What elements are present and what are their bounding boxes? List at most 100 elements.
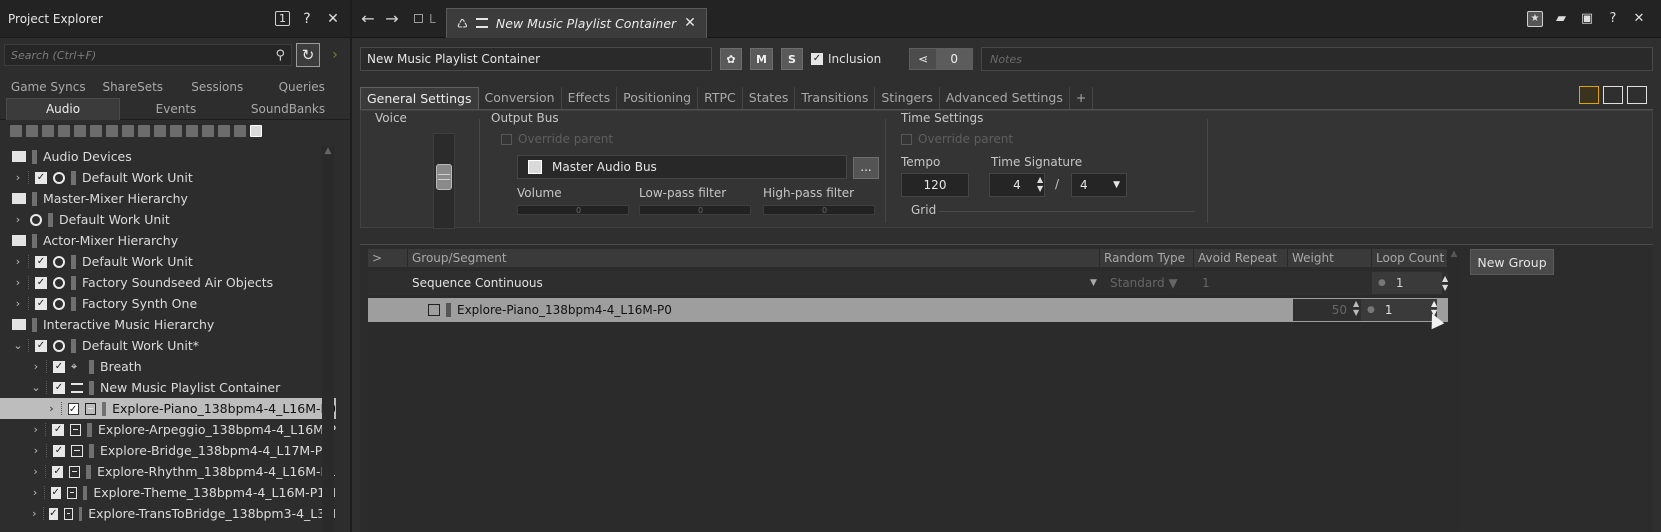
drag-handle[interactable] xyxy=(42,507,45,520)
color-palette-button[interactable]: ✿ xyxy=(720,48,742,70)
pin-icon[interactable]: ★ xyxy=(1527,10,1543,27)
expand-icon[interactable]: › xyxy=(30,486,40,499)
tree-row[interactable]: › ✓ Explore-Theme_138bpm4-4_L16M-P1M xyxy=(0,482,336,503)
drag-handle[interactable] xyxy=(46,360,49,373)
table-scrollbar[interactable]: ▲ xyxy=(1448,249,1460,529)
checkbox[interactable]: ✓ xyxy=(52,423,64,436)
tree-row[interactable]: › ✓ Explore-Arpeggio_138bpm4-4_L16M-P xyxy=(0,419,337,440)
tab-soundbanks[interactable]: SoundBanks xyxy=(232,102,344,116)
solo-button[interactable]: S xyxy=(780,48,803,70)
open-folder-icon[interactable]: ▰ xyxy=(1553,11,1569,27)
search-input[interactable]: Search (Ctrl+F) ⚲ xyxy=(4,44,292,66)
list-tool-icon[interactable] xyxy=(90,125,102,137)
two-column-icon[interactable] xyxy=(1603,86,1623,104)
browse-bus-button[interactable]: ... xyxy=(853,157,879,179)
tab-positioning[interactable]: Positioning xyxy=(617,87,699,109)
tab-new-music-playlist-container[interactable]: ♺ New Music Playlist Container ✕ xyxy=(445,7,707,38)
actor-mixer-tool-icon[interactable] xyxy=(42,125,54,137)
help-icon[interactable]: ? xyxy=(1605,11,1621,27)
expand-icon[interactable]: › xyxy=(30,360,42,373)
loop-count-field[interactable]: ● 1 xyxy=(1361,299,1431,321)
new-group-button[interactable]: New Group xyxy=(1470,249,1554,275)
tab-collapsed[interactable]: L xyxy=(404,6,446,32)
panel-number-icon[interactable]: 1 xyxy=(275,11,290,26)
checkbox[interactable]: ✓ xyxy=(50,486,61,499)
tab-advanced-settings[interactable]: Advanced Settings xyxy=(940,87,1070,109)
expand-icon[interactable]: › xyxy=(12,276,24,289)
override-checkbox[interactable] xyxy=(501,133,512,145)
checkbox[interactable]: ✓ xyxy=(52,465,64,478)
back-arrow-icon[interactable]: ← xyxy=(356,9,380,28)
tree-row[interactable]: › ✓ Explore-TransToBridge_138bpm3-4_L3M xyxy=(0,503,336,524)
inclusion-checkbox[interactable]: ✓ xyxy=(810,53,823,65)
drag-handle[interactable] xyxy=(44,486,47,499)
tree-row[interactable]: Actor-Mixer Hierarchy xyxy=(0,230,336,251)
checkbox[interactable]: ✓ xyxy=(35,339,47,352)
tree-row[interactable]: › ✓ Factory Soundseed Air Objects xyxy=(0,272,336,293)
tree-row[interactable]: ⌄ ✓ New Music Playlist Container xyxy=(0,377,336,398)
checkbox[interactable]: ✓ xyxy=(53,360,65,373)
header-expander[interactable]: > xyxy=(368,249,408,267)
grid-tool-icon[interactable] xyxy=(74,125,86,137)
refresh-button[interactable]: ↻ xyxy=(296,43,320,67)
loop-count-field[interactable]: ● 1 xyxy=(1372,272,1442,294)
volume-slider[interactable]: 0 xyxy=(517,205,629,215)
drag-handle[interactable] xyxy=(28,255,31,268)
highpass-slider[interactable]: 0 xyxy=(763,205,875,215)
drag-handle[interactable] xyxy=(28,171,31,184)
tree-row[interactable]: › ✓ Default Work Unit xyxy=(0,251,336,272)
header-loop-count[interactable]: Loop Count xyxy=(1372,249,1448,267)
tree-row[interactable]: › ✓ Explore-Rhythm_138bpm4-4_L16M-P1 xyxy=(0,461,336,482)
tab-conversion[interactable]: Conversion xyxy=(479,87,562,109)
notes-field[interactable]: Notes xyxy=(981,47,1653,71)
drag-handle[interactable] xyxy=(60,402,64,415)
share-references[interactable]: ⋖ 0 xyxy=(909,48,974,70)
header-avoid-repeat[interactable]: Avoid Repeat xyxy=(1194,249,1288,267)
checkbox[interactable]: ✓ xyxy=(67,402,79,415)
checkbox[interactable]: ✓ xyxy=(48,507,58,520)
go-icon[interactable]: › xyxy=(324,44,346,66)
expand-icon[interactable]: › xyxy=(12,171,24,184)
tab-transitions[interactable]: Transitions xyxy=(795,87,876,109)
music-track-tool-icon[interactable] xyxy=(234,125,246,137)
avoid-repeat-field[interactable]: 1 xyxy=(1194,276,1288,290)
ts-denominator-select[interactable]: 4 ▼ xyxy=(1071,173,1127,197)
drag-handle[interactable] xyxy=(46,444,49,457)
random-tool-icon[interactable] xyxy=(138,125,150,137)
checkbox[interactable]: ✓ xyxy=(53,444,65,457)
help-icon[interactable]: ? xyxy=(298,10,316,28)
expand-icon[interactable]: › xyxy=(30,507,39,520)
lowpass-slider[interactable]: 0 xyxy=(639,205,751,215)
forward-arrow-icon[interactable]: → xyxy=(380,9,404,28)
tree-row[interactable]: Master-Mixer Hierarchy xyxy=(0,188,336,209)
record-tool-icon[interactable] xyxy=(186,125,198,137)
save-icon[interactable]: ▣ xyxy=(1579,11,1595,27)
output-bus-override[interactable]: Override parent xyxy=(501,132,613,146)
blend-tool-icon[interactable] xyxy=(106,125,118,137)
drag-handle[interactable] xyxy=(28,297,31,310)
override-checkbox[interactable] xyxy=(901,133,912,145)
workunit-tool-icon[interactable] xyxy=(10,125,22,137)
switch-tool-icon[interactable] xyxy=(122,125,134,137)
expand-icon[interactable]: › xyxy=(30,444,42,457)
header-random-type[interactable]: Random Type xyxy=(1100,249,1194,267)
close-icon[interactable]: ✕ xyxy=(1631,11,1647,27)
folder-tool-icon[interactable] xyxy=(26,125,38,137)
virtual-folder-tool-icon[interactable] xyxy=(58,125,70,137)
single-pane-icon[interactable] xyxy=(1579,86,1599,104)
new-segment-tool-icon[interactable] xyxy=(250,125,262,137)
fader-knob[interactable] xyxy=(436,164,452,190)
tab-game-syncs[interactable]: Game Syncs xyxy=(6,80,91,94)
tree-row[interactable]: › ✓ Factory Synth One xyxy=(0,293,336,314)
tree-row[interactable]: › ✓ Default Work Unit xyxy=(0,167,336,188)
tab-effects[interactable]: Effects xyxy=(562,87,618,109)
checkbox[interactable]: ✓ xyxy=(35,171,47,184)
object-name-field[interactable]: New Music Playlist Container xyxy=(360,47,712,71)
sound-tool-icon[interactable] xyxy=(154,125,166,137)
tempo-field[interactable]: 120 xyxy=(901,173,969,197)
tab-audio[interactable]: Audio xyxy=(6,97,120,120)
expand-icon[interactable]: › xyxy=(46,402,57,415)
close-icon[interactable]: ✕ xyxy=(324,10,342,28)
tree-row[interactable]: › Default Work Unit xyxy=(0,209,336,230)
music-playlist-tool-icon[interactable] xyxy=(202,125,214,137)
